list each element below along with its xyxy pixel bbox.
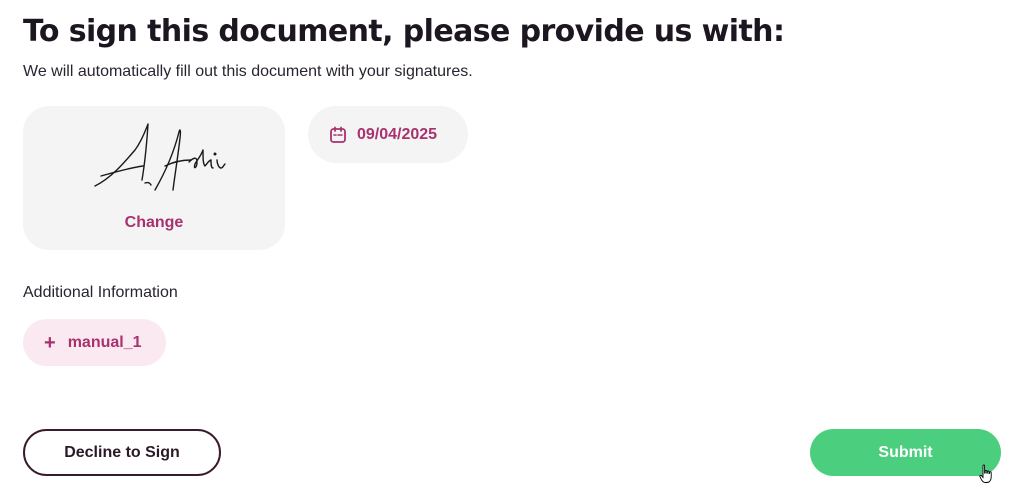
manual-field-button[interactable]: + manual_1 [23,319,166,366]
calendar-icon [329,126,347,144]
signature-image [94,123,226,191]
additional-information-label: Additional Information [23,284,178,301]
change-signature-link[interactable]: Change [23,214,285,232]
pointer-cursor-icon [979,464,992,483]
page-subtitle: We will automatically fill out this docu… [23,63,473,80]
manual-field-label: manual_1 [67,333,142,351]
signature-card[interactable]: Change [23,106,285,250]
date-value: 09/04/2025 [357,125,438,143]
date-field[interactable]: 09/04/2025 [308,106,468,163]
page-title: To sign this document, please provide us… [23,14,785,49]
signing-page: To sign this document, please provide us… [0,0,1024,496]
decline-to-sign-button[interactable]: Decline to Sign [23,429,221,476]
submit-button[interactable]: Submit [810,429,1001,476]
plus-icon: + [44,331,56,354]
